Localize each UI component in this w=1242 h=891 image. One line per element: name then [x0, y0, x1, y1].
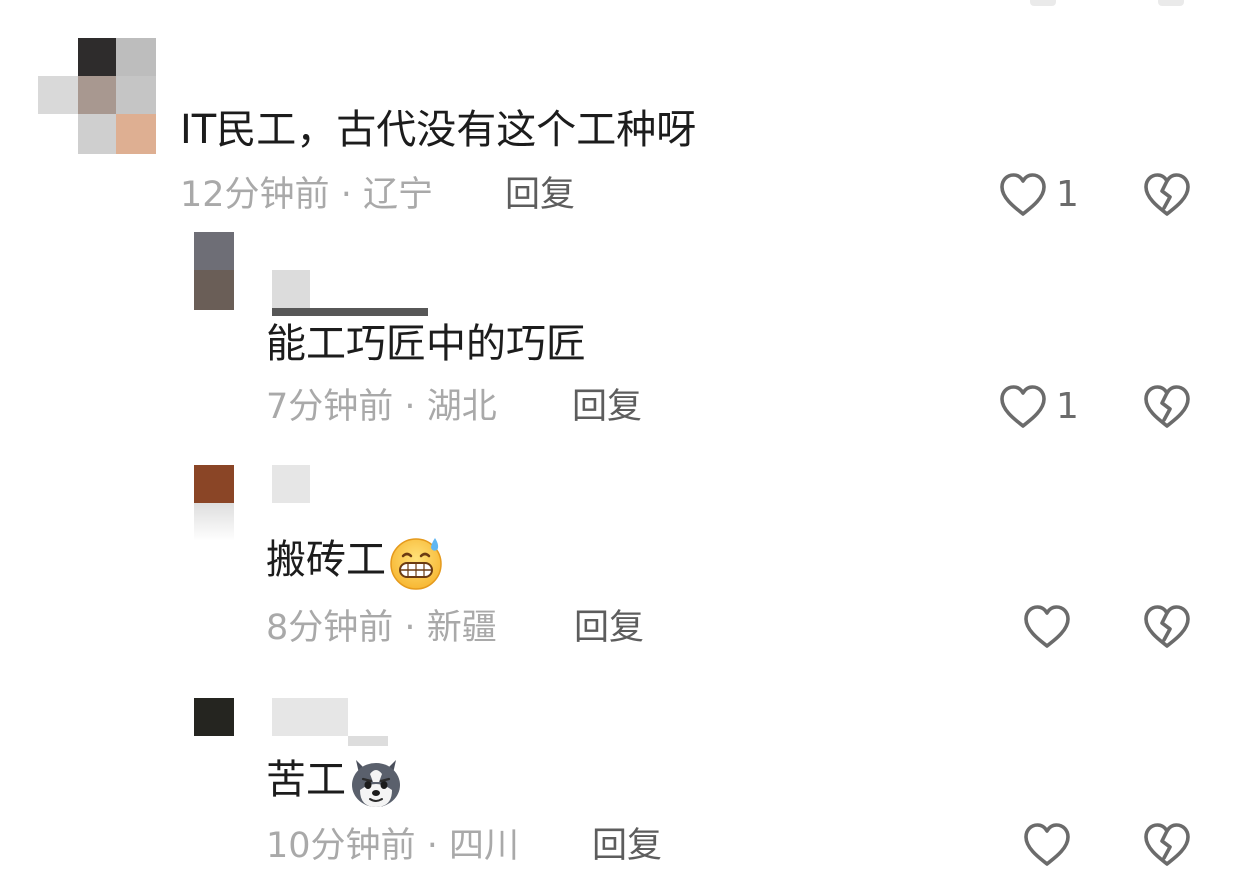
reply-button[interactable]: 回复 — [572, 385, 642, 429]
comment-time: 10分钟前 — [266, 826, 416, 866]
comment-meta: 10分钟前 · 四川 — [266, 824, 519, 868]
broken-heart-icon — [1144, 823, 1190, 866]
comment-region: 辽宁 — [362, 175, 433, 215]
comment-region: 新疆 — [426, 608, 497, 648]
cropped-icon-remnant — [1158, 0, 1184, 6]
reply-button[interactable]: 回复 — [505, 173, 575, 217]
username-placeholder — [348, 736, 388, 746]
cropped-icon-remnant — [1030, 0, 1056, 6]
sweat-grin-emoji-icon — [386, 532, 446, 592]
dislike-button[interactable] — [1142, 382, 1192, 432]
like-button[interactable] — [998, 170, 1048, 220]
heart-outline-icon — [1000, 385, 1046, 428]
comment-time: 12分钟前 — [180, 175, 330, 215]
dislike-button[interactable] — [1142, 820, 1192, 870]
comment-meta: 12分钟前 · 辽宁 — [180, 173, 433, 217]
avatar[interactable] — [194, 465, 234, 541]
meta-separator: · — [340, 175, 352, 215]
like-count: 1 — [1056, 386, 1079, 427]
dislike-button[interactable] — [1142, 170, 1192, 220]
comment-meta: 7分钟前 · 湖北 — [266, 385, 497, 429]
reply-button[interactable]: 回复 — [574, 606, 644, 650]
broken-heart-icon — [1144, 605, 1190, 648]
comment-text: IT民工，古代没有这个工种呀 — [180, 107, 697, 153]
username-placeholder — [272, 465, 310, 503]
username-placeholder — [272, 698, 348, 736]
husky-dog-emoji-icon — [346, 752, 406, 812]
heart-outline-icon — [1024, 823, 1070, 866]
comment-text: 搬砖工 — [266, 532, 446, 592]
avatar[interactable] — [194, 698, 234, 736]
comment-time: 7分钟前 — [266, 387, 394, 427]
like-button[interactable] — [1022, 602, 1072, 652]
comment-text: 能工巧匠中的巧匠 — [266, 321, 586, 367]
reply-button[interactable]: 回复 — [592, 824, 662, 868]
comment-region: 湖北 — [426, 387, 497, 427]
comment-text-label: 搬砖工 — [266, 537, 386, 583]
meta-separator: · — [426, 826, 438, 866]
username-placeholder — [272, 308, 428, 316]
like-count: 1 — [1056, 174, 1079, 215]
comment-text-label: 苦工 — [266, 757, 346, 803]
heart-outline-icon — [1000, 173, 1046, 216]
comment-meta: 8分钟前 · 新疆 — [266, 606, 497, 650]
comment-region: 四川 — [448, 826, 519, 866]
broken-heart-icon — [1144, 173, 1190, 216]
heart-outline-icon — [1024, 605, 1070, 648]
comment-time: 8分钟前 — [266, 608, 394, 648]
dislike-button[interactable] — [1142, 602, 1192, 652]
avatar[interactable] — [194, 232, 234, 310]
avatar[interactable] — [38, 38, 156, 156]
like-button[interactable] — [1022, 820, 1072, 870]
like-button[interactable] — [998, 382, 1048, 432]
comment-text: 苦工 — [266, 752, 406, 812]
username-placeholder — [272, 270, 310, 308]
meta-separator: · — [404, 387, 416, 427]
meta-separator: · — [404, 608, 416, 648]
broken-heart-icon — [1144, 385, 1190, 428]
